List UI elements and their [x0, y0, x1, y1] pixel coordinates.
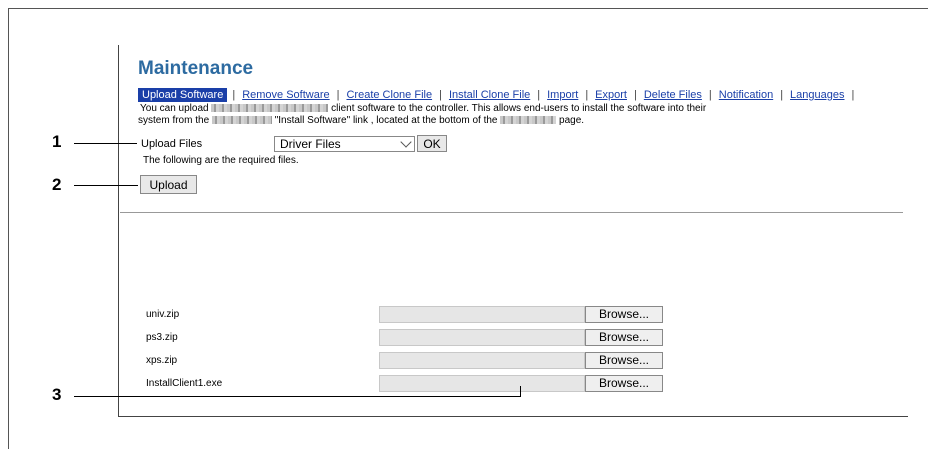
ok-button[interactable]: OK [417, 135, 447, 152]
tab-install-clone-file[interactable]: Install Clone File [447, 89, 532, 101]
browse-button[interactable]: Browse... [585, 328, 663, 346]
browse-button[interactable]: Browse... [585, 305, 663, 323]
redacted-product-name [211, 115, 272, 124]
tab-languages[interactable]: Languages [788, 89, 846, 101]
chevron-down-icon [400, 135, 412, 148]
file-name: univ.zip [146, 308, 180, 320]
callout-line-2 [74, 185, 138, 186]
redacted-product-name [211, 104, 329, 113]
tab-separator: | [708, 89, 712, 101]
tab-export[interactable]: Export [593, 89, 629, 101]
callout-number-3: 3 [52, 385, 62, 404]
desc-line1-end: client software to the controller. This … [331, 103, 707, 114]
file-path-field[interactable] [379, 374, 585, 392]
tab-separator: | [851, 89, 855, 101]
file-name: ps3.zip [146, 331, 178, 343]
tab-notification[interactable]: Notification [717, 89, 775, 101]
browse-button[interactable]: Browse... [585, 374, 663, 392]
tab-separator: | [336, 89, 340, 101]
tab-separator: | [633, 89, 637, 101]
tab-create-clone-file[interactable]: Create Clone File [344, 89, 434, 101]
callout-number-2: 2 [52, 175, 62, 194]
redacted-product-name [500, 115, 557, 124]
tab-separator: | [537, 89, 541, 101]
required-files-text: The following are the required files. [143, 155, 299, 166]
desc-line1-start: You can upload [140, 103, 209, 114]
upload-files-select[interactable]: Driver Files [274, 135, 415, 152]
divider [120, 212, 903, 213]
upload-button[interactable]: Upload [140, 175, 197, 194]
desc-line2-start: system from the [138, 114, 210, 126]
tab-upload-software[interactable]: Upload Software [138, 88, 228, 102]
file-row: InstallClient1.exe Browse... [146, 373, 663, 393]
tab-delete-files[interactable]: Delete Files [642, 89, 704, 101]
description-text: You can upload client software to the co… [138, 103, 858, 126]
desc-line2-end: page. [559, 114, 585, 126]
file-path-field[interactable] [379, 328, 585, 346]
upload-files-selected-value: Driver Files [280, 136, 341, 151]
file-path-field[interactable] [379, 305, 585, 323]
callout-line-3 [74, 396, 521, 397]
file-list: univ.zip Browse... ps3.zip Browse... xps… [146, 304, 663, 396]
tab-separator: | [780, 89, 784, 101]
upload-files-label: Upload Files [141, 137, 203, 150]
file-name: xps.zip [146, 354, 178, 366]
upload-files-row: Upload Files Driver Files OK [141, 135, 447, 152]
tab-remove-software[interactable]: Remove Software [240, 89, 331, 101]
file-row: xps.zip Browse... [146, 350, 663, 370]
file-row: ps3.zip Browse... [146, 327, 663, 347]
tab-separator: | [585, 89, 589, 101]
desc-line2-mid: "Install Software" link , located at the… [274, 114, 498, 126]
page-title: Maintenance [138, 58, 254, 79]
browse-button[interactable]: Browse... [585, 351, 663, 369]
file-name: InstallClient1.exe [146, 377, 223, 389]
tab-import[interactable]: Import [545, 89, 580, 101]
callout-number-1: 1 [52, 132, 62, 151]
file-path-field[interactable] [379, 351, 585, 369]
file-row: univ.zip Browse... [146, 304, 663, 324]
tab-separator: | [232, 89, 236, 101]
callout-line-3-vertical [520, 386, 521, 396]
tab-separator: | [439, 89, 442, 101]
tab-bar: Upload Software | Remove Software | Crea… [138, 88, 859, 102]
callout-line-1 [74, 143, 137, 144]
